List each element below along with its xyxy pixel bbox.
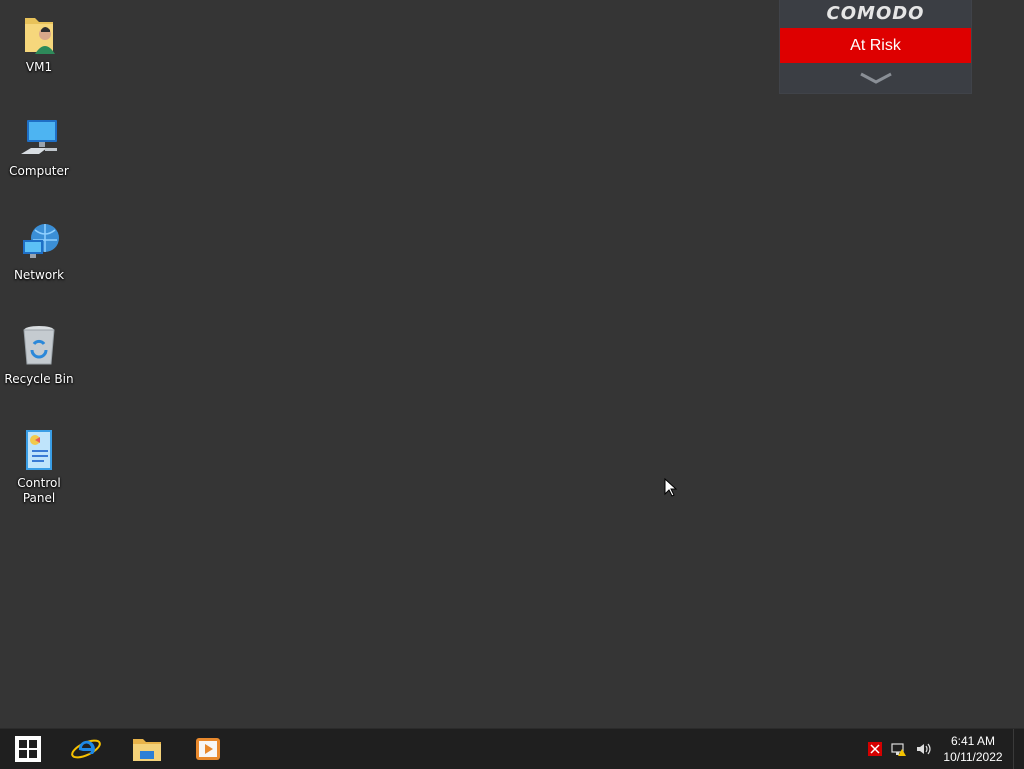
taskbar-clock[interactable]: 6:41 AM 10/11/2022 <box>938 733 1008 765</box>
desktop-icon-label: Recycle Bin <box>4 372 74 386</box>
control-panel-icon <box>15 426 63 474</box>
comodo-expand-button[interactable] <box>780 63 971 93</box>
network-icon <box>15 218 63 266</box>
desktop-icon-network[interactable]: Network <box>0 214 78 283</box>
comodo-logo: COMODO <box>826 3 925 24</box>
comodo-status-button[interactable]: At Risk <box>780 28 971 63</box>
windows-start-icon <box>15 736 41 762</box>
desktop-icon-computer[interactable]: Computer <box>0 110 78 179</box>
taskbar-file-explorer[interactable] <box>119 729 175 769</box>
recycle-bin-icon <box>15 322 63 370</box>
comodo-widget[interactable]: COMODO At Risk <box>780 0 971 93</box>
desktop-icon-control-panel[interactable]: Control Panel <box>0 422 78 506</box>
media-player-icon <box>196 738 220 760</box>
computer-icon <box>15 114 63 162</box>
show-desktop-button[interactable] <box>1013 729 1024 769</box>
clock-date: 10/11/2022 <box>943 750 1003 764</box>
volume-icon <box>917 743 931 755</box>
start-button[interactable] <box>0 729 56 769</box>
desktop-icon-label: VM1 <box>25 60 53 74</box>
desktop-icon-vm1[interactable]: VM1 <box>0 6 78 75</box>
clock-time: 6:41 AM <box>950 734 996 748</box>
taskbar-internet-explorer[interactable] <box>58 729 114 769</box>
internet-explorer-icon <box>71 739 101 759</box>
desktop-icon-label: Computer <box>9 164 69 178</box>
comodo-alert-icon <box>868 742 882 756</box>
user-folder-icon <box>15 10 63 58</box>
tray-network[interactable] <box>888 729 910 769</box>
file-explorer-icon <box>133 739 161 761</box>
desktop-icon-label: Network <box>13 268 65 282</box>
network-warning-icon <box>891 743 906 756</box>
taskbar-media-player[interactable] <box>180 729 236 769</box>
tray-comodo[interactable] <box>864 729 886 769</box>
desktop-icon-label: Control Panel <box>17 476 61 505</box>
tray-volume[interactable] <box>912 729 934 769</box>
desktop[interactable]: VM1 Computer Network Recycle Bin Control… <box>0 0 1024 728</box>
desktop-icon-recycle-bin[interactable]: Recycle Bin <box>0 318 78 387</box>
mouse-cursor-icon <box>664 478 678 497</box>
taskbar: 6:41 AM 10/11/2022 <box>0 728 1024 769</box>
chevron-down-icon <box>859 72 892 84</box>
